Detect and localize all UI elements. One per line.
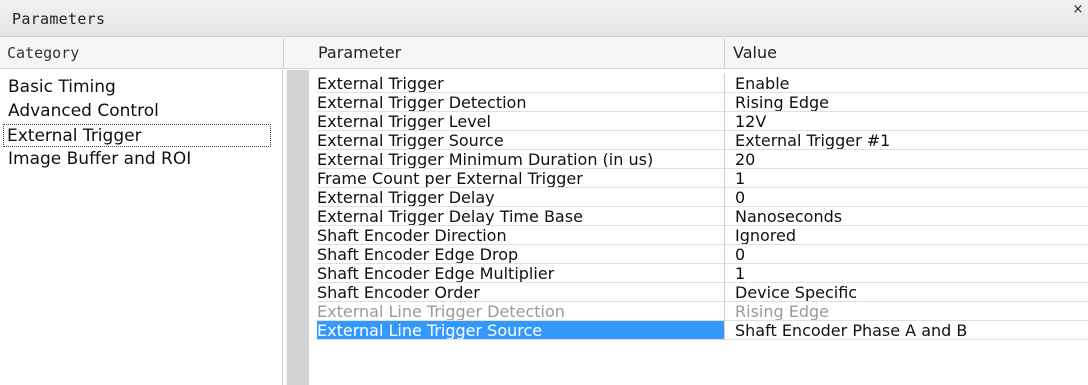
category-item-basic-timing[interactable]: Basic Timing <box>5 76 119 99</box>
table-row[interactable]: External Trigger Source External Trigger… <box>309 131 1088 150</box>
title-bar: Parameters × <box>0 0 1088 37</box>
value-cell[interactable]: Shaft Encoder Phase A and B <box>724 321 1088 340</box>
category-item-image-buffer-roi[interactable]: Image Buffer and ROI <box>5 148 194 171</box>
value-column-header[interactable]: Value <box>733 43 777 62</box>
value-cell[interactable]: Ignored <box>724 226 1088 245</box>
parameter-cell[interactable]: External Trigger <box>317 74 724 93</box>
category-item-advanced-control[interactable]: Advanced Control <box>5 100 162 123</box>
parameter-cell[interactable]: Shaft Encoder Direction <box>317 226 724 245</box>
parameter-cell[interactable]: External Trigger Delay Time Base <box>317 207 724 226</box>
value-cell[interactable]: External Trigger #1 <box>724 131 1088 150</box>
parameter-cell[interactable]: External Trigger Minimum Duration (in us… <box>317 150 724 169</box>
window-title: Parameters <box>12 10 106 28</box>
parameter-cell[interactable]: External Line Trigger Source <box>317 321 724 340</box>
value-cell[interactable]: 20 <box>724 150 1088 169</box>
table-row[interactable]: Frame Count per External Trigger 1 <box>309 169 1088 188</box>
header-divider <box>283 38 284 68</box>
category-list[interactable]: Basic Timing Advanced Control External T… <box>0 70 283 385</box>
header-divider[interactable] <box>724 38 725 68</box>
close-icon[interactable]: × <box>1070 2 1086 20</box>
table-row-disabled: External Line Trigger Detection Rising E… <box>309 302 1088 321</box>
value-cell[interactable]: 0 <box>724 245 1088 264</box>
category-item-external-trigger[interactable]: External Trigger <box>3 124 271 147</box>
parameter-grid[interactable]: External Trigger Enable External Trigger… <box>309 70 1088 385</box>
value-cell[interactable]: Enable <box>724 74 1088 93</box>
parameter-cell[interactable]: Shaft Encoder Edge Multiplier <box>317 264 724 283</box>
value-cell[interactable]: 0 <box>724 188 1088 207</box>
table-row[interactable]: Shaft Encoder Edge Multiplier 1 <box>309 264 1088 283</box>
parameter-cell: External Line Trigger Detection <box>317 302 724 321</box>
column-header-row: Category Parameter Value <box>0 38 1088 69</box>
value-cell[interactable]: Rising Edge <box>724 93 1088 112</box>
table-row[interactable]: External Trigger Delay Time Base Nanosec… <box>309 207 1088 226</box>
value-cell[interactable]: 1 <box>724 264 1088 283</box>
row-gutter <box>287 70 309 385</box>
table-row[interactable]: External Trigger Level 12V <box>309 112 1088 131</box>
parameter-cell[interactable]: Shaft Encoder Edge Drop <box>317 245 724 264</box>
table-row-selected[interactable]: External Line Trigger Source Shaft Encod… <box>309 321 1088 340</box>
table-row[interactable]: Shaft Encoder Direction Ignored <box>309 226 1088 245</box>
category-header: Category <box>7 44 80 62</box>
value-cell[interactable]: 12V <box>724 112 1088 131</box>
table-row[interactable]: External Trigger Delay 0 <box>309 188 1088 207</box>
value-cell[interactable]: Nanoseconds <box>724 207 1088 226</box>
parameter-cell[interactable]: External Trigger Detection <box>317 93 724 112</box>
parameter-cell[interactable]: Shaft Encoder Order <box>317 283 724 302</box>
table-row[interactable]: Shaft Encoder Edge Drop 0 <box>309 245 1088 264</box>
table-row[interactable]: External Trigger Enable <box>309 74 1088 93</box>
table-row[interactable]: Shaft Encoder Order Device Specific <box>309 283 1088 302</box>
value-cell: Rising Edge <box>724 302 1088 321</box>
parameter-cell[interactable]: External Trigger Source <box>317 131 724 150</box>
parameter-column-header[interactable]: Parameter <box>318 43 401 62</box>
table-row[interactable]: External Trigger Minimum Duration (in us… <box>309 150 1088 169</box>
value-cell[interactable]: 1 <box>724 169 1088 188</box>
table-row[interactable]: External Trigger Detection Rising Edge <box>309 93 1088 112</box>
parameter-cell[interactable]: External Trigger Level <box>317 112 724 131</box>
parameter-cell[interactable]: Frame Count per External Trigger <box>317 169 724 188</box>
parameter-cell[interactable]: External Trigger Delay <box>317 188 724 207</box>
value-cell[interactable]: Device Specific <box>724 283 1088 302</box>
